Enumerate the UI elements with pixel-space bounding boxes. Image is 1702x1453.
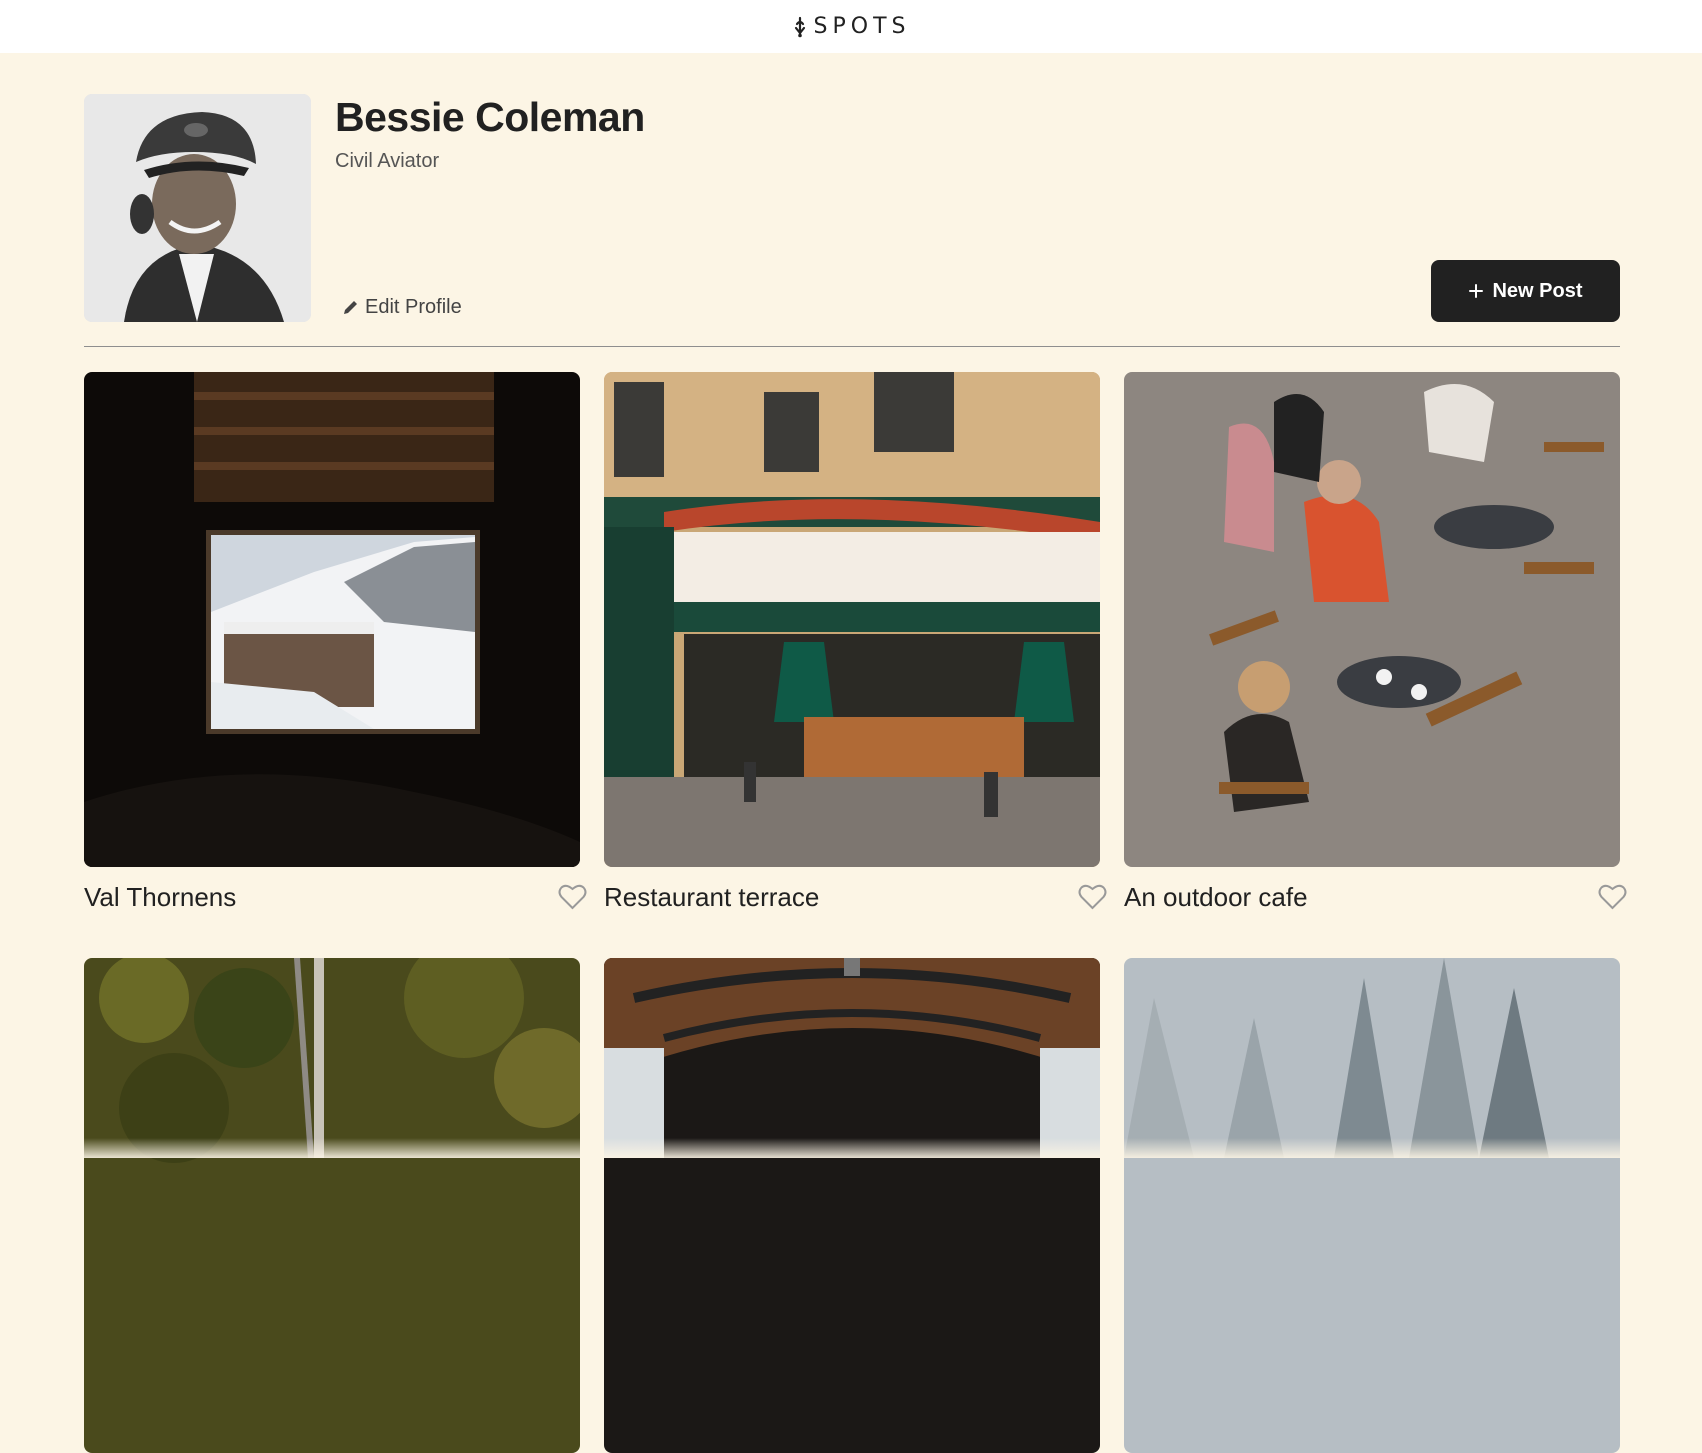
card bbox=[1124, 958, 1620, 1453]
card-image[interactable] bbox=[1124, 372, 1620, 867]
card-title: Val Thornens bbox=[84, 881, 237, 912]
edit-profile-button[interactable]: Edit Profile bbox=[342, 296, 462, 319]
pencil-icon bbox=[344, 301, 357, 314]
card bbox=[84, 958, 580, 1453]
card-image[interactable] bbox=[84, 372, 580, 867]
card-image[interactable] bbox=[84, 958, 580, 1453]
logo-text: SPOTS bbox=[813, 14, 911, 39]
card-image[interactable] bbox=[604, 958, 1100, 1453]
edit-profile-label: Edit Profile bbox=[365, 296, 462, 318]
divider bbox=[84, 346, 1620, 347]
heart-icon[interactable] bbox=[558, 884, 587, 910]
card bbox=[604, 958, 1100, 1453]
profile-section: Bessie Coleman Civil Aviator Edit Profil… bbox=[84, 94, 1620, 322]
card-image[interactable] bbox=[604, 372, 1100, 867]
card-title: An outdoor cafe bbox=[1124, 881, 1308, 912]
profile-job: Civil Aviator bbox=[335, 150, 440, 172]
logo[interactable]: SPOTS bbox=[792, 14, 911, 39]
card: An outdoor cafe bbox=[1124, 372, 1627, 913]
bottom-fade bbox=[0, 1138, 1702, 1158]
heart-icon[interactable] bbox=[1078, 884, 1107, 910]
avatar bbox=[84, 94, 311, 322]
heart-icon[interactable] bbox=[1598, 884, 1627, 910]
card-image[interactable] bbox=[1124, 958, 1620, 1453]
top-bar: SPOTS bbox=[0, 0, 1702, 53]
card-title: Restaurant terrace bbox=[604, 881, 820, 912]
profile-name: Bessie Coleman bbox=[335, 94, 645, 140]
card: Val Thornens bbox=[84, 372, 587, 913]
spots-logo-icon bbox=[794, 16, 805, 37]
new-post-label: New Post bbox=[1492, 279, 1583, 302]
card: Restaurant terrace bbox=[604, 372, 1107, 913]
plus-icon bbox=[1469, 284, 1484, 298]
new-post-button[interactable]: New Post bbox=[1431, 260, 1620, 322]
